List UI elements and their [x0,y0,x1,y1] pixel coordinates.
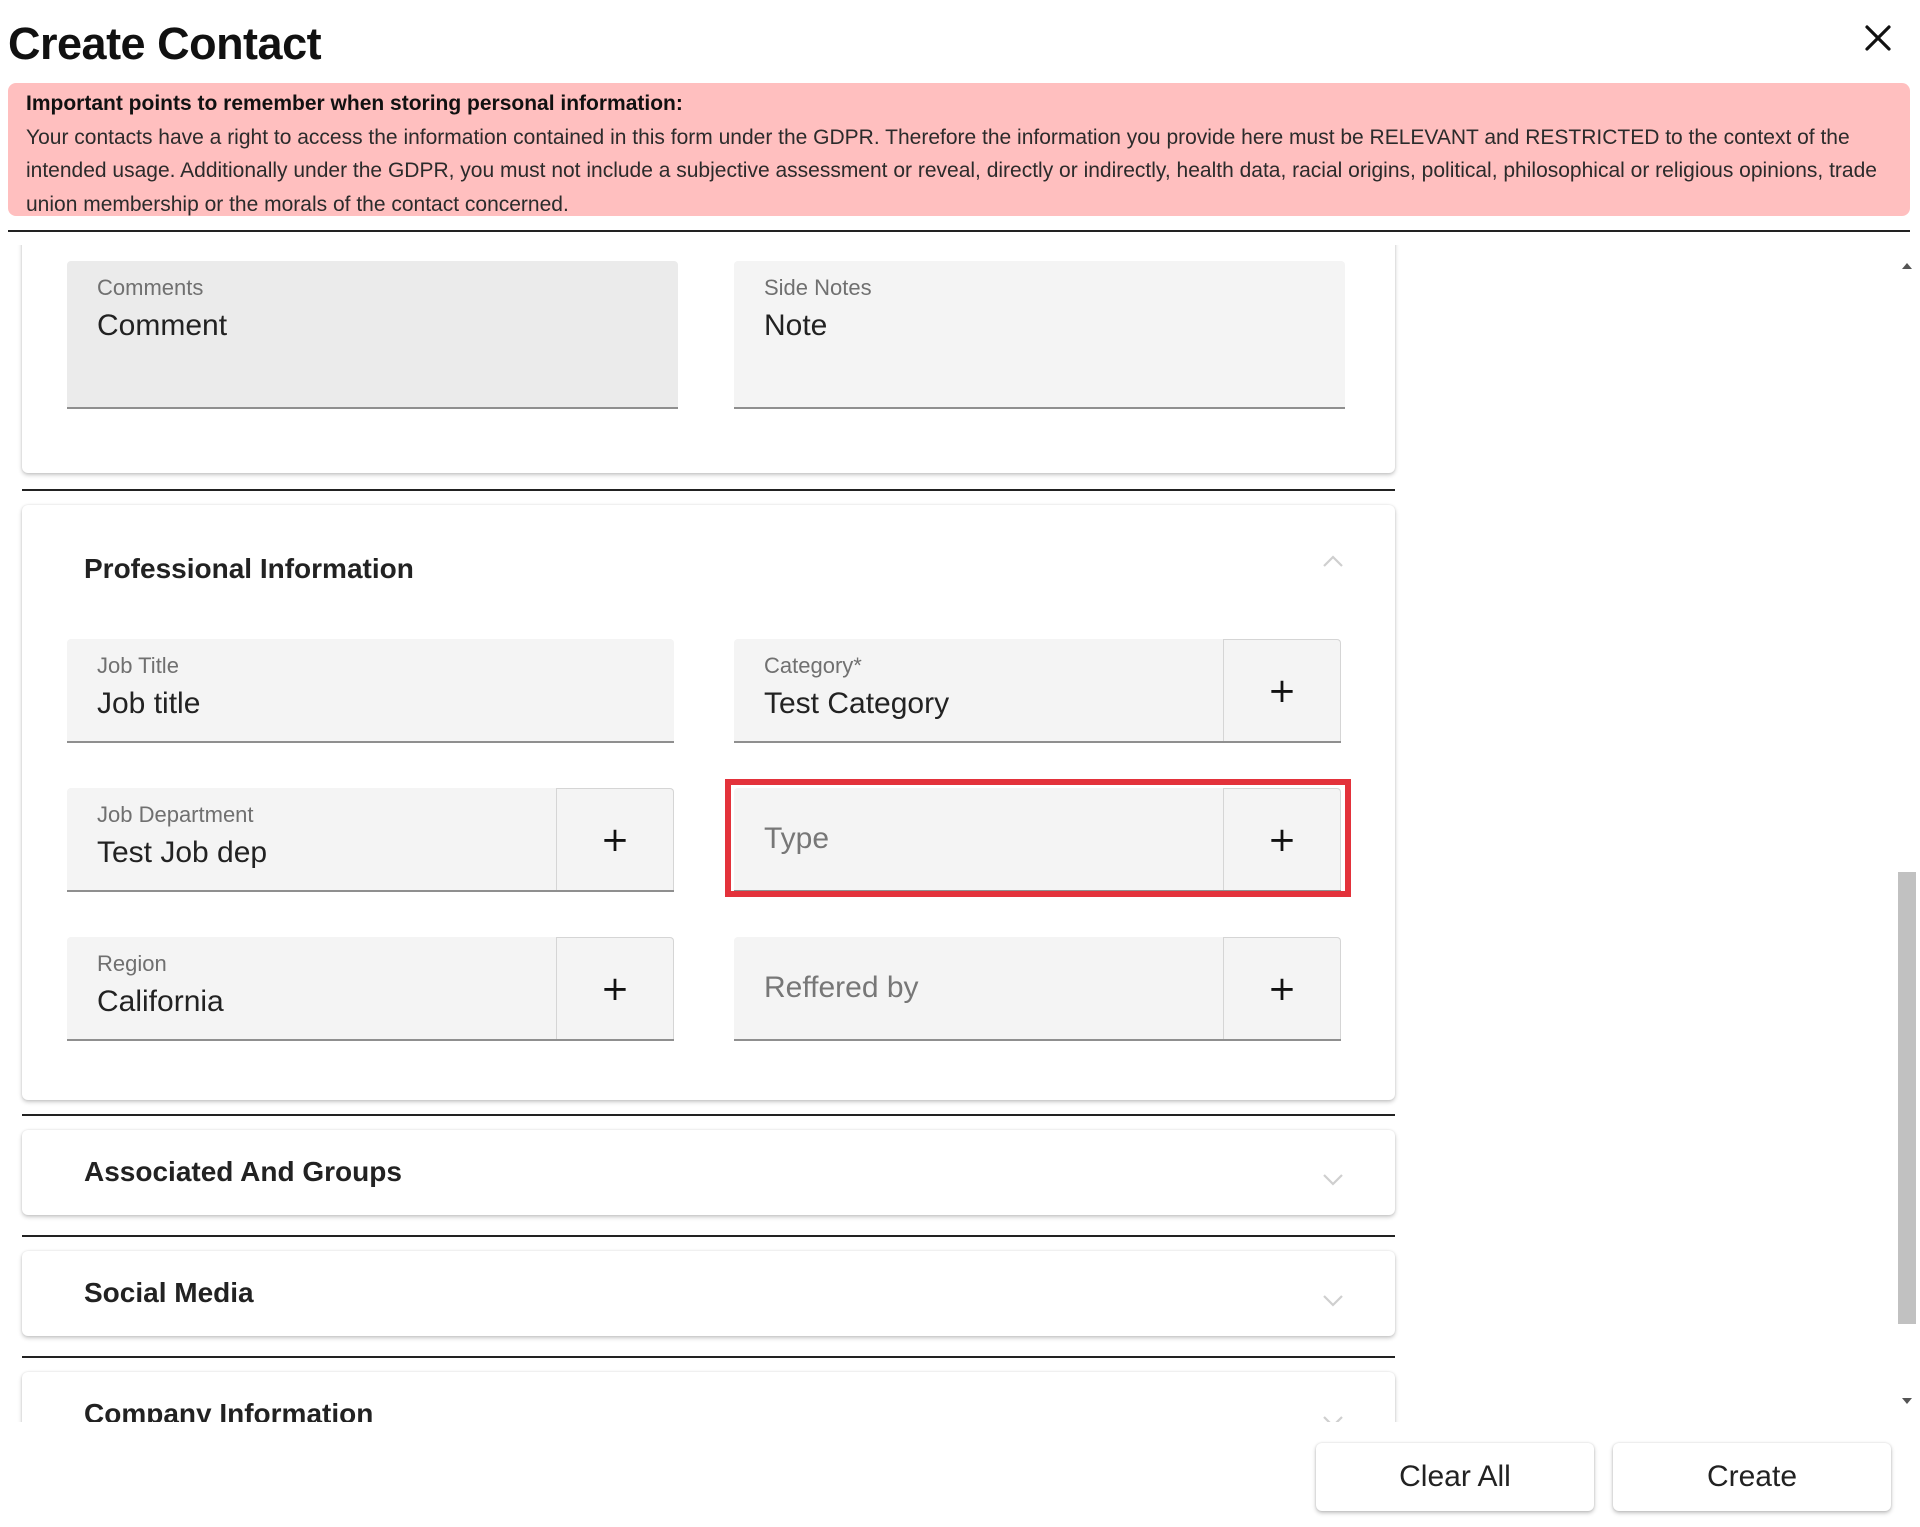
side-notes-value: Note [764,309,828,342]
side-notes-field[interactable]: Side Notes Note [734,261,1345,409]
scrollbar-thumb[interactable] [1898,872,1916,1324]
scroll-up-arrow-icon[interactable] [1894,255,1920,277]
add-category-button[interactable]: + [1223,639,1341,741]
referred-by-placeholder: Reffered by [764,971,919,1004]
job-department-label: Job Department [97,802,254,827]
add-type-button[interactable]: + [1223,788,1341,890]
gdpr-notice-body: Your contacts have a right to access the… [26,125,1877,216]
close-icon [1865,25,1891,51]
professional-information-title: Professional Information [84,553,414,584]
dialog-title: Create Contact [8,18,322,69]
category-field[interactable]: Category* Test Category + [734,639,1341,743]
gdpr-notice: Important points to remember when storin… [8,83,1910,216]
professional-information-card: Professional Information Job Title Job t… [22,505,1395,1100]
header-divider [8,230,1910,232]
vertical-scrollbar[interactable] [1894,245,1920,1422]
add-region-button[interactable]: + [556,937,674,1039]
company-information-title: Company Information [84,1398,374,1422]
social-media-title: Social Media [84,1277,254,1308]
job-title-value: Job title [97,687,201,720]
create-contact-dialog: Create Contact Important points to remem… [0,0,1920,1527]
chevron-down-icon[interactable] [1321,1410,1345,1422]
job-department-field[interactable]: Job Department Test Job dep + [67,788,674,892]
scroll-down-arrow-icon[interactable] [1894,1390,1920,1412]
section-divider [22,489,1395,491]
section-divider [22,1356,1395,1358]
associated-groups-card[interactable]: Associated And Groups [22,1130,1395,1215]
add-job-department-button[interactable]: + [556,788,674,890]
gdpr-notice-title: Important points to remember when storin… [26,92,683,115]
type-placeholder: Type [764,822,830,855]
company-information-card[interactable]: Company Information [22,1372,1395,1422]
section-divider [22,1235,1395,1237]
type-field[interactable]: Type + [734,788,1341,892]
job-title-label: Job Title [97,653,179,678]
form-scroll-area[interactable]: Comments Comment Side Notes Note Profess… [0,245,1920,1422]
referred-by-field[interactable]: Reffered by + [734,937,1341,1041]
notes-card: Comments Comment Side Notes Note [22,245,1395,473]
social-media-card[interactable]: Social Media [22,1251,1395,1336]
add-referred-by-button[interactable]: + [1223,937,1341,1039]
job-title-field[interactable]: Job Title Job title [67,639,674,743]
chevron-down-icon[interactable] [1321,1168,1345,1192]
close-button[interactable] [1850,10,1906,66]
associated-groups-title: Associated And Groups [84,1156,402,1187]
chevron-up-icon[interactable] [1321,549,1345,573]
clear-all-button[interactable]: Clear All [1316,1443,1594,1511]
side-notes-label: Side Notes [764,275,872,300]
comments-label: Comments [97,275,204,300]
region-label: Region [97,951,167,976]
chevron-down-icon[interactable] [1321,1289,1345,1313]
comments-field[interactable]: Comments Comment [67,261,678,409]
create-button[interactable]: Create [1613,1443,1891,1511]
section-divider [22,1114,1395,1116]
region-field[interactable]: Region California + [67,937,674,1041]
comments-value: Comment [97,309,228,342]
category-label: Category* [764,653,862,678]
